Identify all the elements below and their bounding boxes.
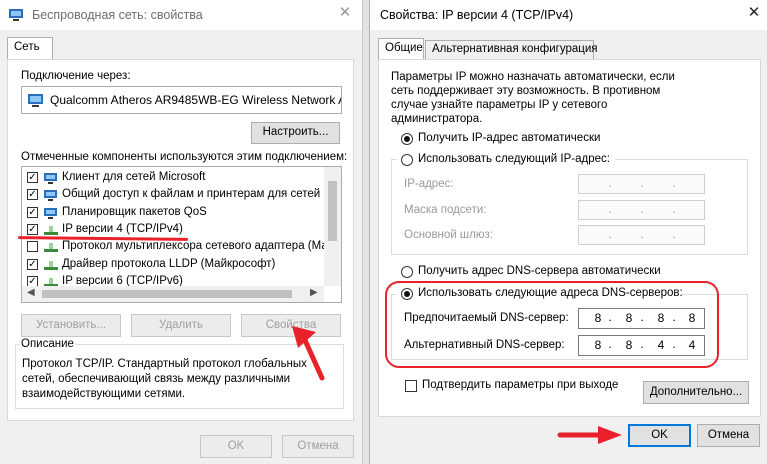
protocol-icon [44, 243, 58, 253]
ip-manual-label[interactable]: Использовать следующий IP-адрес: [418, 153, 610, 165]
list-item[interactable]: Протокол мультиплексора сетевого адаптер… [22, 239, 334, 256]
network-service-icon [44, 207, 57, 219]
scroll-thumb[interactable] [42, 290, 292, 298]
component-checkbox[interactable]: ✓ [27, 206, 38, 218]
gateway-field[interactable]: ... [578, 225, 705, 245]
adapter-name: Qualcomm Atheros AR9485WB-EG Wireless Ne… [50, 93, 342, 107]
validate-checkbox[interactable] [405, 380, 417, 392]
ip-auto-radio[interactable] [401, 133, 413, 145]
annotation-arrow [557, 426, 622, 444]
component-label: Протокол мультиплексора сетевого адаптер… [62, 240, 335, 253]
cancel-button[interactable]: Отмена [282, 435, 354, 458]
ok-button[interactable]: OK [628, 424, 691, 447]
network-client-icon [44, 173, 57, 184]
advanced-button[interactable]: Дополнительно... [643, 381, 749, 404]
description-label: Описание [19, 338, 76, 350]
annotation-arrow [292, 326, 325, 381]
scroll-right-icon[interactable]: ▶ [310, 287, 318, 298]
dns-highlight-outline [385, 281, 719, 368]
component-label: Драйвер протокола LLDP (Майкрософт) [62, 257, 276, 270]
components-list: ✓ Клиент для сетей Microsoft ✓ Общий доступ… [21, 166, 342, 303]
window-title: Свойства: IP версии 4 (TCP/IPv4) [380, 8, 574, 22]
scroll-left-icon[interactable]: ◀ [27, 287, 35, 298]
component-checkbox[interactable]: ✓ [27, 258, 38, 270]
network-service-icon [44, 190, 57, 202]
component-checkbox[interactable] [27, 241, 38, 253]
subnet-label: Маска подсети: [404, 204, 487, 216]
remove-button[interactable]: Удалить [131, 314, 231, 337]
ip-manual-radio[interactable] [401, 154, 413, 166]
component-label: IP версии 6 (TCP/IPv6) [62, 274, 183, 287]
window-gap [362, 0, 370, 464]
protocol-icon [44, 225, 58, 235]
component-checkbox[interactable]: ✓ [27, 223, 38, 235]
ok-button[interactable]: OK [200, 435, 272, 458]
tab-alternate-config[interactable]: Альтернативная конфигурация [425, 40, 598, 59]
tab-network[interactable]: Сеть [7, 37, 53, 60]
list-item[interactable]: ✓ Общий доступ к файлам и принтерам для с… [22, 187, 336, 204]
list-item[interactable]: ✓ Клиент для сетей Microsoft [22, 170, 322, 187]
intro-text: Параметры IP можно назначать автоматичес… [391, 71, 675, 125]
ipv4-properties-window: Свойства: IP версии 4 (TCP/IPv4) ✕ Общие… [370, 0, 767, 464]
network-properties-window: Беспроводная сеть: свойства ✕ Сеть Подкл… [0, 0, 362, 464]
adapter-field: Qualcomm Atheros AR9485WB-EG Wireless Ne… [21, 86, 342, 114]
network-adapter-icon [9, 9, 23, 21]
component-checkbox[interactable]: ✓ [27, 172, 38, 183]
vertical-scrollbar[interactable] [324, 167, 341, 286]
components-label: Отмеченные компоненты используются этим … [21, 151, 348, 163]
list-item[interactable]: ✓ Планировщик пакетов QoS [22, 205, 322, 222]
description-text: Протокол TCP/IP. Стандартный протокол гл… [22, 358, 307, 400]
title-bar: Беспроводная сеть: свойства ✕ [0, 0, 362, 30]
cancel-button[interactable]: Отмена [697, 424, 760, 447]
component-checkbox[interactable]: ✓ [27, 189, 38, 201]
component-label: Клиент для сетей Microsoft [62, 171, 206, 183]
component-label: Общий доступ к файлам и принтерам для се… [62, 188, 336, 201]
general-panel: Параметры IP можно назначать автоматичес… [378, 59, 761, 417]
scroll-thumb[interactable] [328, 181, 337, 241]
close-icon[interactable]: ✕ [333, 3, 357, 21]
install-button[interactable]: Установить... [21, 314, 121, 337]
ip-auto-label[interactable]: Получить IP-адрес автоматически [418, 132, 600, 144]
dns-auto-label[interactable]: Получить адрес DNS-сервера автоматически [418, 265, 661, 277]
window-title: Беспроводная сеть: свойства [32, 8, 203, 22]
title-bar: Свойства: IP версии 4 (TCP/IPv4) ✕ [370, 0, 767, 30]
protocol-icon [44, 260, 58, 270]
component-label: Планировщик пакетов QoS [62, 205, 207, 218]
gateway-label: Основной шлюз: [404, 229, 493, 241]
connect-via-label: Подключение через: [21, 70, 131, 82]
component-label: IP версии 4 (TCP/IPv4) [62, 222, 183, 235]
close-icon[interactable]: ✕ [742, 3, 766, 21]
tab-general[interactable]: Общие [378, 38, 424, 60]
network-adapter-icon [28, 94, 43, 107]
dns-auto-radio[interactable] [401, 266, 413, 278]
ip-address-field[interactable]: ... [578, 174, 705, 194]
subnet-field[interactable]: ... [578, 200, 705, 220]
list-item[interactable]: ✓ Драйвер протокола LLDP (Майкрософт) [22, 257, 322, 274]
ip-address-label: IP-адрес: [404, 178, 454, 190]
horizontal-scrollbar[interactable]: ◀ ▶ [22, 286, 324, 302]
validate-label[interactable]: Подтвердить параметры при выходе [422, 379, 618, 391]
configure-button[interactable]: Настроить... [251, 122, 340, 144]
